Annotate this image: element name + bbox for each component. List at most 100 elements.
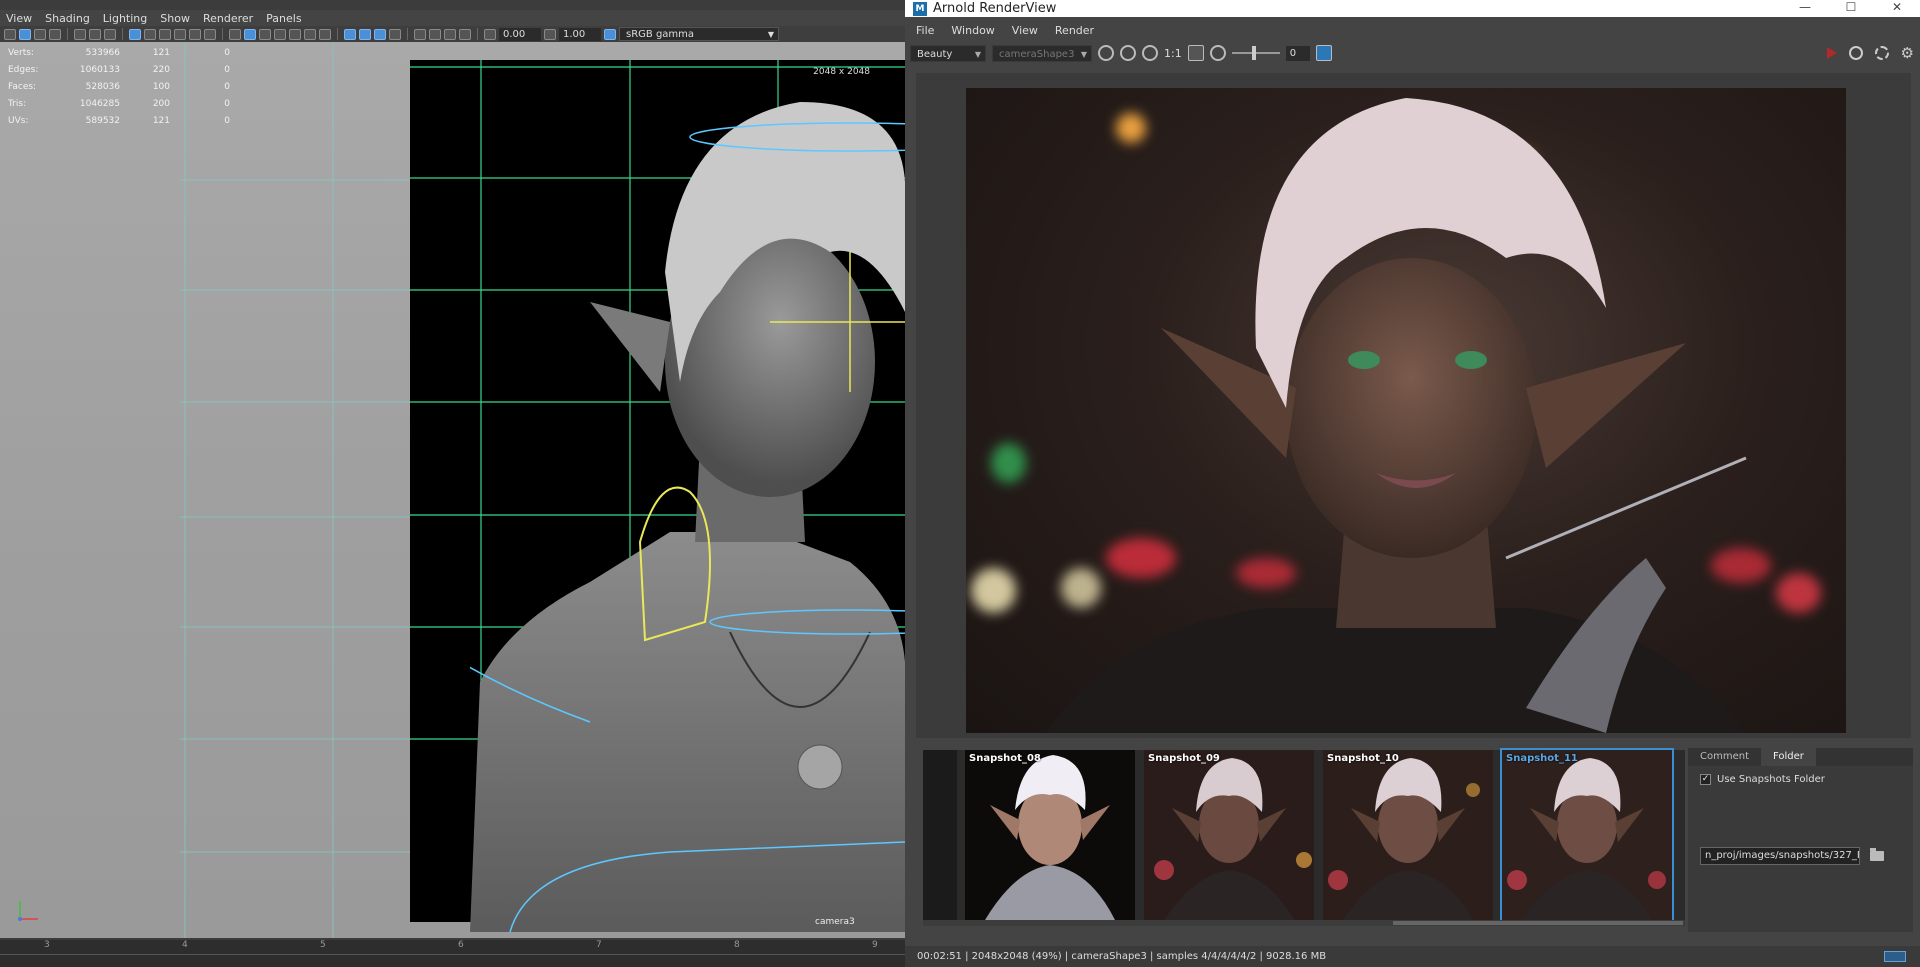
maya-3d-view[interactable]: Verts: 533966 121 0 Edges: 1060133 220 0… — [0, 42, 905, 938]
exposure-value[interactable]: 0.00 — [499, 27, 541, 41]
menu-file[interactable]: File — [916, 24, 934, 37]
light-icon[interactable] — [1098, 45, 1114, 61]
folder-path-input[interactable]: n_proj/images/snapshots/327_Face — [1700, 847, 1860, 865]
color-management-icon[interactable] — [604, 28, 616, 40]
wireframe-icon[interactable] — [229, 28, 241, 40]
gate-mask-icon[interactable] — [159, 28, 171, 40]
menu-lighting[interactable]: Lighting — [103, 12, 147, 25]
xray-joints-icon[interactable] — [359, 28, 371, 40]
refresh-render-icon[interactable] — [1848, 46, 1863, 60]
menu-window[interactable]: Window — [951, 24, 994, 37]
xray-icon[interactable] — [344, 28, 356, 40]
crop-region-icon[interactable] — [1187, 45, 1204, 61]
zoom-ratio-button[interactable]: 1:1 — [1164, 47, 1182, 60]
camera-attributes-icon[interactable] — [19, 28, 31, 40]
color-wheel-icon[interactable] — [1142, 45, 1158, 61]
snapshot-thumbnail-selected[interactable]: Snapshot_11 — [1500, 748, 1674, 922]
aov-select[interactable]: Beauty ▼ — [910, 44, 986, 62]
display-settings-icon[interactable] — [1884, 951, 1906, 962]
maximize-button[interactable]: ☐ — [1828, 0, 1874, 17]
timeline-tick: 7 — [596, 940, 602, 950]
separator — [67, 28, 68, 40]
snapshot-label: Snapshot_08 — [969, 753, 1041, 764]
snapshot-image — [1144, 750, 1314, 920]
2d-pan-zoom-icon[interactable] — [89, 28, 101, 40]
snapshot-thumbnail[interactable]: Snapshot_10 — [1323, 750, 1493, 920]
chevron-down-icon: ▼ — [974, 49, 981, 59]
snapshot-thumbnail[interactable]: Snapshot_08 — [965, 750, 1135, 920]
camera-select[interactable]: cameraShape3 ▼ — [992, 44, 1092, 62]
chevron-down-icon: ▼ — [767, 30, 774, 39]
anti-aliasing-icon[interactable] — [444, 28, 456, 40]
film-gate-icon[interactable] — [129, 28, 141, 40]
menu-view[interactable]: View — [1012, 24, 1038, 37]
motion-blur-icon[interactable] — [429, 28, 441, 40]
menu-render[interactable]: Render — [1055, 24, 1094, 37]
xray-active-icon[interactable] — [374, 28, 386, 40]
use-lights-icon[interactable] — [304, 28, 316, 40]
renderview-toolbar: Beauty ▼ cameraShape3 ▼ 1:1 0 — [905, 42, 1920, 64]
close-button[interactable]: ✕ — [1874, 0, 1920, 17]
gear-icon[interactable]: ⚙ — [1901, 44, 1914, 62]
gamma-icon[interactable] — [544, 28, 556, 40]
select-camera-icon[interactable] — [4, 28, 16, 40]
bookmark-icon[interactable] — [34, 28, 46, 40]
folder-path-row: n_proj/images/snapshots/327_Face — [1700, 847, 1884, 865]
snapshot-thumbnail-partial[interactable] — [923, 750, 957, 920]
resolution-gate-icon[interactable] — [144, 28, 156, 40]
render-statusbar: 00:02:51 | 2048x2048 (49%) | cameraShape… — [905, 946, 1920, 967]
render-play-icon[interactable] — [1826, 47, 1837, 59]
time-slider-track — [0, 954, 905, 955]
folder-icon[interactable] — [1870, 848, 1884, 861]
separator — [407, 28, 408, 40]
exposure-input[interactable]: 0 — [1285, 45, 1310, 61]
timeline-tick: 9 — [872, 940, 878, 950]
exposure-icon[interactable] — [1209, 45, 1226, 61]
tab-comment[interactable]: Comment — [1688, 748, 1761, 766]
menu-renderer[interactable]: Renderer — [203, 12, 253, 25]
exposure-slider[interactable] — [1231, 46, 1280, 60]
maya-panel-toolbar: 0.00 1.00 sRGB gamma ▼ — [0, 26, 905, 42]
default-material-icon[interactable] — [259, 28, 271, 40]
safe-action-icon[interactable] — [189, 28, 201, 40]
menu-panels[interactable]: Panels — [266, 12, 301, 25]
isolate-select-icon[interactable] — [414, 28, 426, 40]
menu-show[interactable]: Show — [160, 12, 190, 25]
field-chart-icon[interactable] — [174, 28, 186, 40]
gamma-value[interactable]: 1.00 — [559, 27, 601, 41]
render-display-area[interactable] — [916, 73, 1911, 738]
menu-view[interactable]: View — [6, 12, 32, 25]
snapshot-thumbnail[interactable]: Snapshot_09 — [1144, 750, 1314, 920]
view-transform-select[interactable]: sRGB gamma ▼ — [619, 27, 779, 41]
snapshot-side-panel: Comment Folder ✓ Use Snapshots Folder n_… — [1688, 748, 1913, 932]
grid-icon[interactable] — [104, 28, 116, 40]
ipr-icon[interactable] — [1874, 46, 1889, 60]
view-axis-icon — [18, 901, 38, 921]
exposure-slider-handle[interactable] — [1251, 46, 1256, 60]
exposure-icon[interactable] — [484, 28, 496, 40]
menu-shading[interactable]: Shading — [45, 12, 90, 25]
log-icon[interactable] — [1315, 45, 1332, 61]
shadows-icon[interactable] — [319, 28, 331, 40]
textured-icon[interactable] — [289, 28, 301, 40]
character-model — [470, 102, 905, 932]
smooth-shade-icon[interactable] — [244, 28, 256, 40]
backface-culling-icon[interactable] — [389, 28, 401, 40]
timeline-tick: 6 — [458, 940, 464, 950]
render-controls: ⚙ — [1826, 44, 1914, 62]
grease-pencil-icon[interactable] — [74, 28, 86, 40]
use-snapshots-folder-checkbox[interactable]: ✓ — [1700, 774, 1711, 785]
image-plane-icon[interactable] — [49, 28, 61, 40]
wireframe-on-shaded-icon[interactable] — [274, 28, 286, 40]
snapshot-label: Snapshot_11 — [1506, 753, 1578, 764]
use-snapshots-folder-label: Use Snapshots Folder — [1717, 774, 1825, 785]
snapshot-scrollbar[interactable] — [923, 920, 1685, 926]
safe-title-icon[interactable] — [204, 28, 216, 40]
window-titlebar[interactable]: M Arnold RenderView — ☐ ✕ — [905, 0, 1920, 17]
depth-of-field-icon[interactable] — [459, 28, 471, 40]
time-slider[interactable]: 3 4 5 6 7 8 9 — [0, 940, 905, 967]
minimize-button[interactable]: — — [1782, 0, 1828, 17]
snapshot-scrollbar-thumb[interactable] — [1393, 921, 1683, 925]
rgb-channels-icon[interactable] — [1120, 45, 1136, 61]
tab-folder[interactable]: Folder — [1761, 748, 1816, 766]
